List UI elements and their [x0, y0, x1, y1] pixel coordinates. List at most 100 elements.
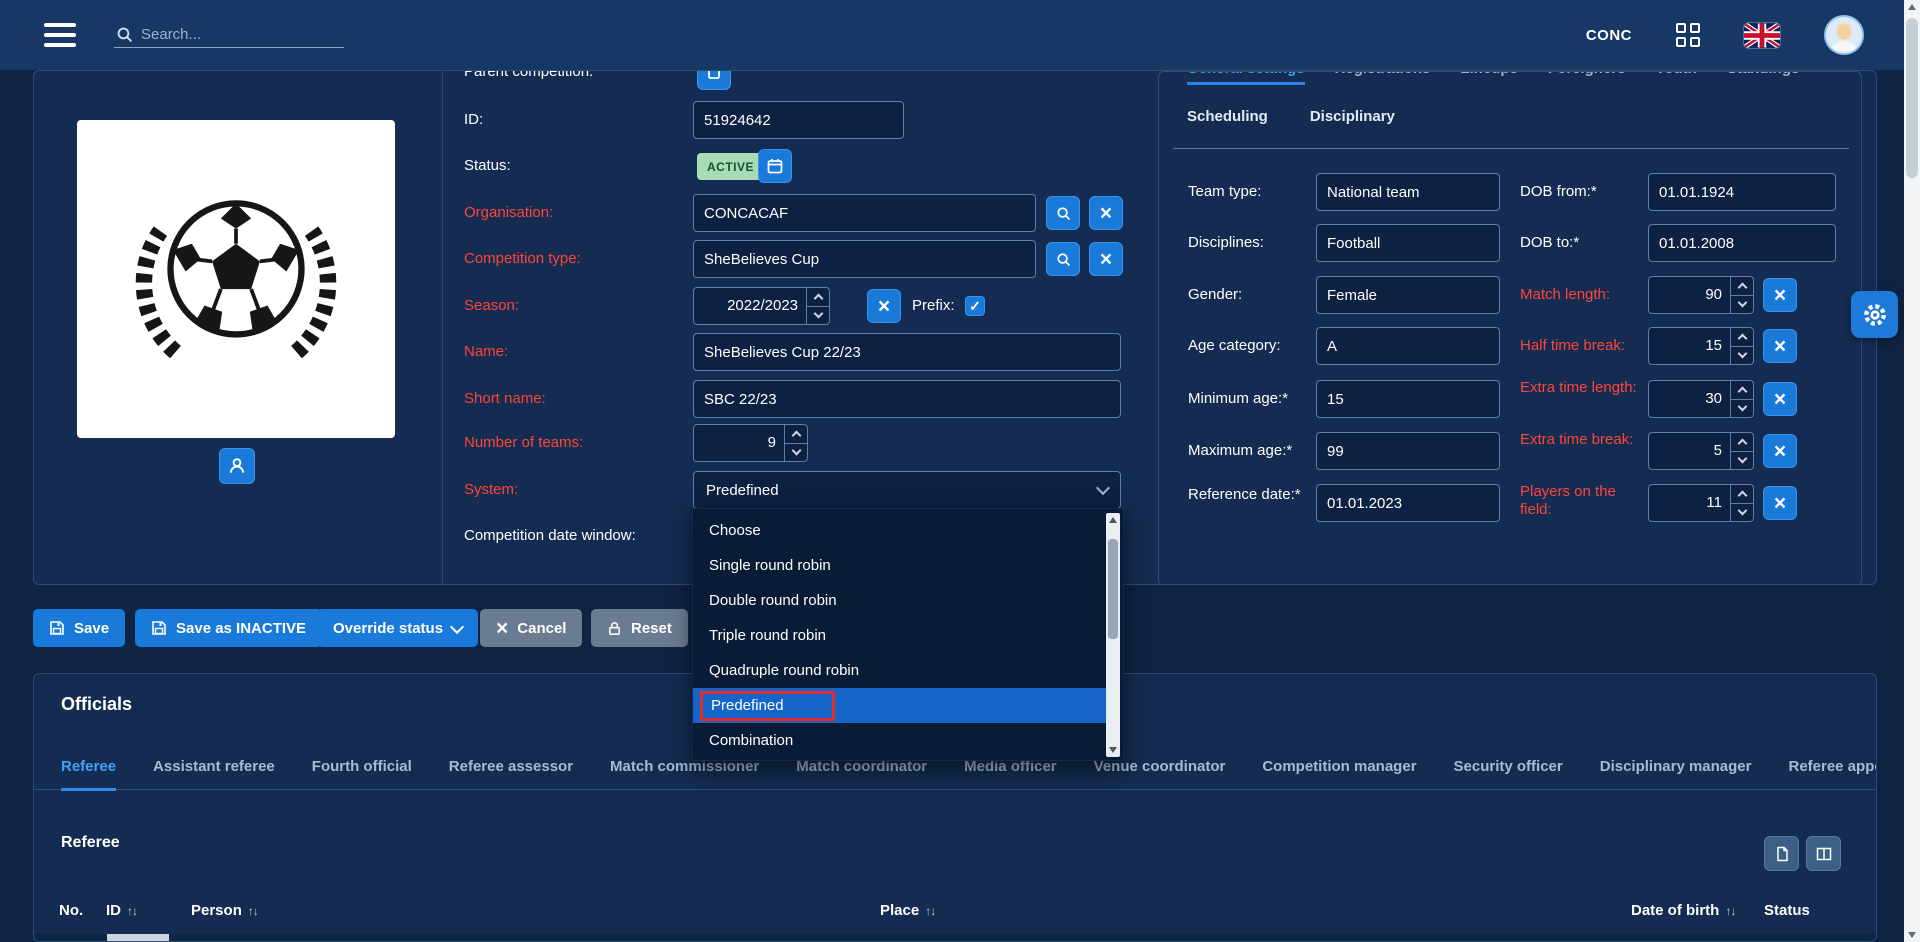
organisation-clear-button[interactable]: × — [1089, 196, 1123, 230]
tab-disciplinary-manager[interactable]: Disciplinary manager — [1600, 758, 1752, 789]
export-button[interactable] — [1764, 836, 1799, 871]
players-on-field-stepper[interactable] — [1730, 485, 1753, 521]
organisation-search-button[interactable] — [1046, 196, 1080, 230]
tab-registrations[interactable]: Registrations — [1335, 71, 1431, 85]
tab-competition-manager[interactable]: Competition manager — [1262, 758, 1416, 789]
minimum-age-input[interactable] — [1316, 380, 1500, 418]
dropdown-option-predefined[interactable]: Predefined — [693, 688, 1107, 723]
half-time-break-input[interactable]: 15 — [1648, 327, 1754, 365]
dob-to-input[interactable] — [1648, 224, 1836, 262]
season-clear-button[interactable]: × — [867, 289, 901, 323]
dropdown-option-combination[interactable]: Combination — [693, 723, 1123, 758]
age-category-input[interactable] — [1316, 327, 1500, 365]
scroll-down-arrow[interactable] — [1109, 747, 1117, 753]
apps-grid-icon[interactable] — [1676, 23, 1700, 47]
organisation-input[interactable] — [693, 194, 1036, 232]
dropdown-option-single-round-robin[interactable]: Single round robin — [693, 548, 1123, 583]
match-length-clear-button[interactable]: × — [1763, 278, 1797, 312]
scroll-down-arrow[interactable] — [1908, 932, 1916, 938]
system-select[interactable]: Predefined — [693, 471, 1121, 509]
page-scrollbar[interactable] — [1904, 0, 1920, 942]
prefix-checkbox[interactable]: ✓ — [965, 296, 985, 316]
match-length-input[interactable]: 90 — [1648, 276, 1754, 314]
tab-media-officer[interactable]: Media officer — [964, 758, 1057, 789]
tab-referee-assessor[interactable]: Referee assessor — [449, 758, 573, 789]
col-date-of-birth[interactable]: Date of birth↑↓ — [1631, 902, 1735, 919]
season-stepper[interactable] — [806, 288, 829, 324]
tab-lineups[interactable]: Lineups — [1460, 71, 1518, 85]
col-id[interactable]: ID↑↓ — [106, 902, 137, 919]
half-time-break-clear-button[interactable]: × — [1763, 329, 1797, 363]
players-on-field-input[interactable]: 11 — [1648, 484, 1754, 522]
override-status-button[interactable]: Override status — [317, 609, 478, 647]
tab-standings[interactable]: Standings — [1727, 71, 1800, 85]
status-calendar-button[interactable] — [758, 149, 792, 183]
save-button[interactable]: Save — [33, 609, 125, 647]
scroll-thumb[interactable] — [1108, 539, 1118, 639]
tab-match-coordinator[interactable]: Match coordinator — [796, 758, 927, 789]
tab-referee-appointer[interactable]: Referee appointer — [1788, 758, 1877, 789]
tab-disciplinary[interactable]: Disciplinary — [1310, 108, 1395, 125]
dob-from-input[interactable] — [1648, 173, 1836, 211]
sort-icon[interactable]: ↑↓ — [925, 904, 935, 918]
short-name-input[interactable] — [693, 380, 1121, 418]
cancel-button[interactable]: × Cancel — [480, 609, 582, 647]
dropdown-option-quadruple-round-robin[interactable]: Quadruple round robin — [693, 653, 1123, 688]
extra-time-length-stepper[interactable] — [1730, 381, 1753, 417]
tab-scheduling[interactable]: Scheduling — [1187, 108, 1268, 125]
team-type-input[interactable] — [1316, 173, 1500, 211]
change-logo-person-button[interactable] — [219, 448, 255, 484]
competition-type-clear-button[interactable]: × — [1089, 242, 1123, 276]
reference-date-input[interactable] — [1316, 484, 1500, 522]
tab-youth[interactable]: Youth — [1655, 71, 1696, 85]
match-length-stepper[interactable] — [1730, 277, 1753, 313]
dropdown-option-triple-round-robin[interactable]: Triple round robin — [693, 618, 1123, 653]
name-input[interactable] — [693, 333, 1121, 371]
disciplines-input[interactable] — [1316, 224, 1500, 262]
competition-type-input[interactable] — [693, 240, 1036, 278]
col-person[interactable]: Person↑↓ — [191, 902, 258, 919]
gender-input[interactable] — [1316, 276, 1500, 314]
tab-venue-coordinator[interactable]: Venue coordinator — [1094, 758, 1226, 789]
extra-time-break-clear-button[interactable]: × — [1763, 434, 1797, 468]
org-code[interactable]: CONC — [1586, 27, 1632, 44]
scroll-up-arrow[interactable] — [1908, 4, 1916, 10]
players-on-field-clear-button[interactable]: × — [1763, 486, 1797, 520]
columns-button[interactable] — [1806, 836, 1841, 871]
tab-foreigners[interactable]: Foreigners — [1548, 71, 1626, 85]
scroll-thumb[interactable] — [1906, 18, 1918, 178]
season-input[interactable]: 2022/2023 — [693, 287, 830, 325]
settings-gear-button[interactable] — [1851, 291, 1898, 338]
dropdown-option-double-round-robin[interactable]: Double round robin — [693, 583, 1123, 618]
tab-general-settings[interactable]: General settings — [1187, 71, 1305, 85]
menu-button[interactable] — [44, 23, 76, 47]
tab-fourth-official[interactable]: Fourth official — [312, 758, 412, 789]
scroll-up-arrow[interactable] — [1109, 517, 1117, 523]
save-as-inactive-button[interactable]: Save as INACTIVE — [135, 609, 322, 647]
id-input[interactable] — [693, 101, 904, 139]
language-flag-button[interactable] — [1744, 23, 1780, 48]
tab-security-officer[interactable]: Security officer — [1454, 758, 1563, 789]
parent-competition-button[interactable] — [697, 70, 731, 90]
extra-time-break-input[interactable]: 5 — [1648, 432, 1754, 470]
extra-time-length-input[interactable]: 30 — [1648, 380, 1754, 418]
number-of-teams-stepper[interactable] — [784, 425, 807, 461]
user-avatar[interactable] — [1824, 15, 1864, 55]
sort-icon[interactable]: ↑↓ — [248, 904, 258, 918]
number-of-teams-input[interactable]: 9 — [693, 424, 808, 462]
competition-type-search-button[interactable] — [1046, 242, 1080, 276]
reset-button[interactable]: Reset — [591, 609, 688, 647]
sort-icon[interactable]: ↑↓ — [1725, 904, 1735, 918]
search-input[interactable] — [141, 26, 331, 43]
sort-icon[interactable]: ↑↓ — [127, 904, 137, 918]
tab-match-commissioner[interactable]: Match commissioner — [610, 758, 759, 789]
tab-assistant-referee[interactable]: Assistant referee — [153, 758, 275, 789]
col-place[interactable]: Place↑↓ — [880, 902, 935, 919]
maximum-age-input[interactable] — [1316, 432, 1500, 470]
dropdown-scrollbar[interactable] — [1106, 513, 1120, 757]
tab-referee[interactable]: Referee — [61, 758, 116, 791]
extra-time-break-stepper[interactable] — [1730, 433, 1753, 469]
extra-time-length-clear-button[interactable]: × — [1763, 382, 1797, 416]
table-row[interactable] — [35, 934, 1877, 942]
dropdown-option-choose[interactable]: Choose — [693, 513, 1123, 548]
